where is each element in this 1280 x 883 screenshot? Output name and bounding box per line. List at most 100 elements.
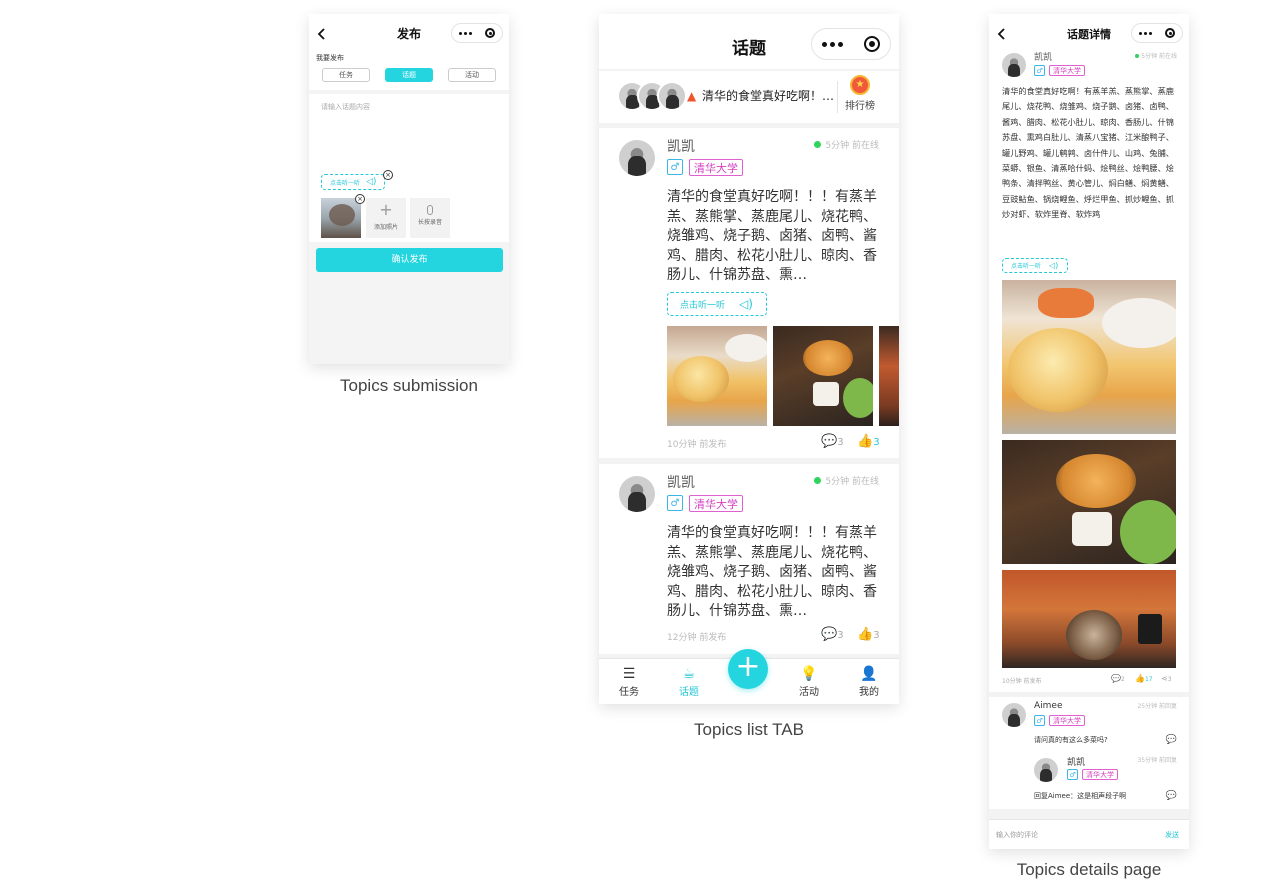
reply-author[interactable]: Aimee bbox=[1034, 701, 1063, 711]
detail-photo-2[interactable] bbox=[1002, 440, 1176, 564]
photo-bun bbox=[673, 356, 729, 402]
uploaded-photo[interactable] bbox=[321, 198, 361, 238]
comment-input[interactable]: 输入你的评论 bbox=[996, 830, 1038, 840]
type-task-button[interactable]: 任务 bbox=[322, 68, 370, 82]
share-button[interactable]: ⋖3 bbox=[1161, 674, 1172, 683]
send-button[interactable]: 发送 bbox=[1165, 830, 1179, 840]
close-mini-program-icon[interactable] bbox=[485, 28, 496, 38]
avatar[interactable] bbox=[1034, 758, 1058, 782]
online-text: 5分钟 前在线 bbox=[825, 141, 879, 151]
more-icon[interactable] bbox=[458, 31, 472, 35]
type-topic-button[interactable]: 话题 bbox=[385, 68, 433, 82]
speaker-icon: ◁) bbox=[739, 297, 753, 311]
want-publish-label: 我要发布 bbox=[316, 54, 344, 62]
remove-photo-icon[interactable]: × bbox=[355, 194, 365, 204]
topic-details-screen: 话题详情 凯凯 5分钟 前在线 ♂ 清华大学 清华的食堂真好吃啊！有蒸羊羔、蒸熊… bbox=[989, 14, 1189, 849]
author-name[interactable]: 凯凯 bbox=[667, 472, 695, 492]
plus-icon: + bbox=[735, 649, 761, 684]
school-badge: 清华大学 bbox=[689, 159, 743, 176]
tab-me[interactable]: 👤 我的 bbox=[853, 665, 885, 698]
speaker-icon: ◁) bbox=[366, 177, 377, 187]
post-photo-3[interactable] bbox=[879, 326, 899, 426]
comment-button[interactable]: 💬3 bbox=[821, 627, 844, 642]
like-button[interactable]: 👍17 bbox=[1135, 674, 1153, 683]
post-photo-1[interactable] bbox=[667, 326, 767, 426]
comment-count: 3 bbox=[837, 630, 844, 641]
thumbs-up-icon: 👍 bbox=[857, 434, 874, 449]
tab-label: 话题 bbox=[679, 687, 699, 698]
reply-comment-icon[interactable]: 💬 bbox=[1166, 791, 1177, 801]
caption-list: Topics list TAB bbox=[694, 720, 804, 739]
post-content: 清华的食堂真好吃啊！！！有蒸羊羔、蒸熊掌、蒸鹿尾儿、烧花鸭、烧雏鸡、烧子鹅、卤猪… bbox=[667, 525, 877, 619]
hot-topic-banner[interactable]: ▲ 清华的食堂真好吃啊！… ★ 排行榜 bbox=[599, 71, 899, 123]
post-card[interactable]: 凯凯 5分钟 前在线 ♂ 清华大学 清华的食堂真好吃啊！！！有蒸羊羔、蒸熊掌、蒸… bbox=[599, 128, 899, 458]
caption-details: Topics details page bbox=[1016, 860, 1162, 879]
photo-bun bbox=[1008, 328, 1108, 412]
avatar[interactable] bbox=[619, 476, 655, 512]
topic-detail-card: 凯凯 5分钟 前在线 ♂ 清华大学 清华的食堂真好吃啊！有蒸羊羔、蒸熊掌、蒸鹿尾… bbox=[989, 48, 1189, 692]
author-name[interactable]: 凯凯 bbox=[1034, 50, 1052, 63]
detail-photo-3[interactable] bbox=[1002, 570, 1176, 668]
detail-photo-1[interactable] bbox=[1002, 280, 1176, 434]
thumbs-up-icon: 👍 bbox=[1135, 674, 1145, 683]
author-name[interactable]: 凯凯 bbox=[667, 136, 695, 156]
reply-text: 回复Aimee：这是相声段子啊 bbox=[1034, 792, 1127, 800]
capsule-menu[interactable] bbox=[811, 28, 891, 60]
avatar[interactable] bbox=[1002, 703, 1026, 727]
school-badge: 清华大学 bbox=[1049, 715, 1085, 726]
add-photo-button[interactable]: + 添加照片 bbox=[366, 198, 406, 238]
reply-author[interactable]: 凯凯 bbox=[1067, 755, 1085, 768]
content-area: 请输入话题内容 点击听一听 ◁) × × + 添加照片 长按录音 bbox=[309, 94, 509, 242]
rank-button[interactable]: ★ 排行榜 bbox=[843, 75, 877, 112]
share-icon: ⋖ bbox=[1161, 674, 1168, 683]
capsule-menu[interactable] bbox=[1131, 23, 1183, 43]
photo-plate bbox=[725, 334, 767, 362]
type-label: 话题 bbox=[402, 71, 416, 79]
avatar[interactable] bbox=[619, 140, 655, 176]
list-navbar: 话题 bbox=[599, 14, 899, 69]
photo-lettuce bbox=[843, 378, 873, 418]
like-button[interactable]: 👍3 bbox=[857, 434, 880, 449]
more-icon[interactable] bbox=[1138, 31, 1152, 35]
like-count: 3 bbox=[873, 437, 880, 448]
listen-audio-button[interactable]: 点击听一听 ◁) bbox=[667, 292, 767, 316]
tab-label: 任务 bbox=[619, 687, 639, 698]
post-card[interactable]: 凯凯 5分钟 前在线 ♂ 清华大学 清华的食堂真好吃啊！！！有蒸羊羔、蒸熊掌、蒸… bbox=[599, 464, 899, 654]
reply-text: 请问真的有这么多菜吗? bbox=[1034, 736, 1108, 744]
reply-comment-icon[interactable]: 💬 bbox=[1166, 735, 1177, 745]
like-count: 17 bbox=[1144, 676, 1153, 683]
comment-button[interactable]: 💬2 bbox=[1111, 674, 1125, 683]
add-photo-label: 添加照片 bbox=[373, 224, 398, 231]
record-button[interactable]: 长按录音 bbox=[410, 198, 450, 238]
tab-task[interactable]: ☰ 任务 bbox=[613, 665, 645, 698]
photo-rice bbox=[813, 382, 839, 406]
type-activity-button[interactable]: 活动 bbox=[448, 68, 496, 82]
post-photo-2[interactable] bbox=[773, 326, 873, 426]
tab-activity[interactable]: 💡 活动 bbox=[793, 665, 825, 698]
topic-content-input[interactable]: 请输入话题内容 bbox=[321, 102, 370, 112]
photo-rice bbox=[1072, 512, 1112, 546]
close-mini-program-icon[interactable] bbox=[1165, 28, 1176, 38]
record-label: 长按录音 bbox=[417, 219, 442, 226]
add-post-button[interactable]: + bbox=[728, 649, 768, 689]
comment-button[interactable]: 💬3 bbox=[821, 434, 844, 449]
details-navbar: 话题详情 bbox=[989, 14, 1189, 52]
photo-tree bbox=[329, 204, 355, 226]
capsule-menu[interactable] bbox=[451, 23, 503, 43]
close-mini-program-icon[interactable] bbox=[863, 36, 880, 52]
submit-button[interactable]: 确认发布 bbox=[316, 248, 503, 272]
coffee-cup-icon: ☕ bbox=[682, 666, 696, 682]
lightbulb-icon: 💡 bbox=[800, 666, 818, 682]
listen-audio-button[interactable]: 点击听一听 ◁) bbox=[321, 174, 385, 190]
tab-topic[interactable]: ☕ 话题 bbox=[673, 665, 705, 698]
post-time: 10分钟 前发布 bbox=[667, 440, 727, 450]
like-button[interactable]: 👍3 bbox=[857, 627, 880, 642]
fire-icon: ▲ bbox=[687, 89, 697, 103]
photo-curry bbox=[803, 340, 853, 376]
listen-audio-button[interactable]: 点击听一听 ◁) bbox=[1002, 258, 1068, 273]
photo-plate bbox=[1102, 298, 1176, 348]
more-icon[interactable] bbox=[822, 41, 844, 47]
remove-audio-icon[interactable]: × bbox=[383, 170, 393, 180]
avatar[interactable] bbox=[1002, 53, 1026, 77]
type-label: 任务 bbox=[339, 71, 353, 79]
